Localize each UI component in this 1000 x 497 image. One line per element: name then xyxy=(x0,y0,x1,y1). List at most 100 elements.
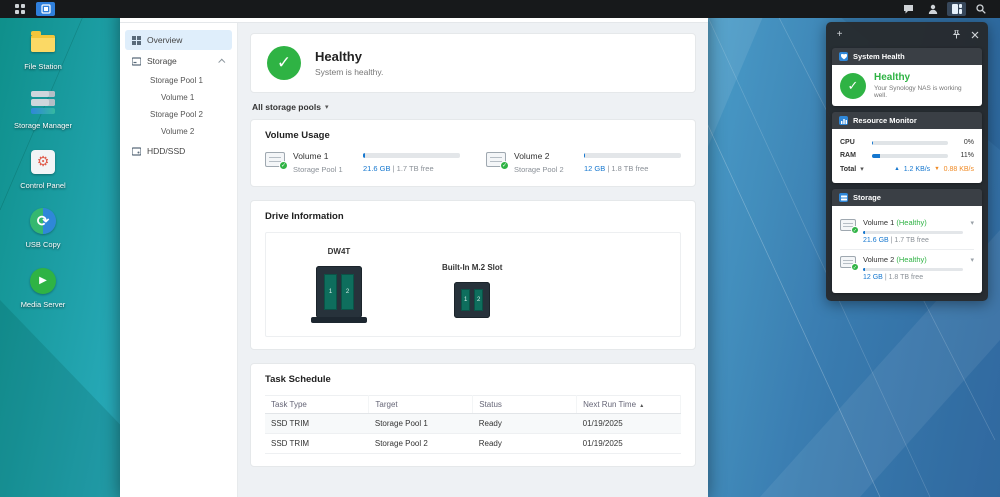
add-widget-button[interactable]: + xyxy=(832,28,847,42)
widget-header[interactable]: Storage xyxy=(832,189,982,206)
widget-body: ✓ Volume 1 (Healthy) 21.6 GB | 1.7 TB fr… xyxy=(832,206,982,293)
healthy-badge-icon: ✓ xyxy=(279,161,288,170)
collapse-chevron-icon[interactable] xyxy=(218,58,226,66)
shortcut-storage-manager[interactable]: Storage Manager xyxy=(6,87,80,130)
sidebar-item-hdd-ssd[interactable]: HDD/SSD xyxy=(125,141,232,161)
widget-body: ✓ Healthy Your Synology NAS is working w… xyxy=(832,65,982,106)
section-title: Drive Information xyxy=(265,211,344,222)
shortcut-control-panel[interactable]: ⚙ Control Panel xyxy=(6,147,80,190)
download-speed: 0.88 KB/s xyxy=(943,165,974,173)
sidebar-item-label: Storage xyxy=(147,56,177,66)
shortcut-media-server[interactable]: ▶ Media Server xyxy=(6,266,80,309)
expand-chevron-icon[interactable]: ▾ xyxy=(970,256,974,264)
sidebar-item-storage-pool-2[interactable]: Storage Pool 2 xyxy=(120,106,237,123)
volume-usage-text: 12 GB | 1.8 TB free xyxy=(863,274,924,281)
notifications-button[interactable] xyxy=(899,2,918,16)
system-taskbar xyxy=(0,0,1000,18)
widget-header[interactable]: Resource Monitor xyxy=(832,112,982,129)
search-button[interactable] xyxy=(971,2,990,16)
apps-grid-icon xyxy=(14,4,25,14)
drive-slot-1[interactable]: 1 xyxy=(324,274,337,310)
shortcut-label: Storage Manager xyxy=(14,121,72,131)
device-dw4t[interactable]: DW4T 1 2 xyxy=(311,247,367,323)
volume-usage-tile[interactable]: ✓ Volume 1 Storage Pool 1 21.6 GB | 1.7 … xyxy=(265,151,460,174)
open-app-button[interactable] xyxy=(36,2,55,16)
window-sidebar: Overview Storage Storage Pool 1 Volume 1… xyxy=(120,23,238,497)
ram-usage-bar xyxy=(872,153,948,158)
shortcut-file-station[interactable]: File Station xyxy=(6,28,80,71)
widgets-toggle-button[interactable] xyxy=(947,2,966,16)
close-icon xyxy=(971,31,978,38)
cell-task-type: SSD TRIM xyxy=(265,433,369,454)
device-name: Built-In M.2 Slot xyxy=(442,263,503,272)
healthy-check-icon: ✓ xyxy=(840,72,866,99)
main-menu-button[interactable] xyxy=(10,2,29,16)
expand-chevron-icon[interactable]: ▾ xyxy=(970,219,974,227)
hdd-icon xyxy=(132,146,141,156)
task-schedule-table: Task Type Target Status Next Run Time ▴ xyxy=(265,395,681,454)
device-m2-slot[interactable]: Built-In M.2 Slot 1 2 xyxy=(442,263,502,318)
shortcut-usb-copy[interactable]: ⟳ USB Copy xyxy=(6,206,80,249)
storage-icon xyxy=(132,56,141,66)
ram-label: RAM xyxy=(840,152,856,159)
cell-next-run-time: 01/19/2025 xyxy=(576,433,681,454)
healthy-check-icon: ✓ xyxy=(267,46,301,80)
cpu-value: 0% xyxy=(963,139,974,146)
cpu-usage-bar xyxy=(872,140,948,145)
volume-usage-tile[interactable]: ✓ Volume 2 Storage Pool 2 12 GB | 1.8 TB… xyxy=(486,151,681,174)
volume-usage-bar xyxy=(363,153,460,158)
sidebar-item-storage[interactable]: Storage xyxy=(125,51,232,71)
col-next-run-time[interactable]: Next Run Time ▴ xyxy=(576,395,681,414)
m2-bay-graphic: 1 2 xyxy=(454,282,491,318)
pin-panel-button[interactable] xyxy=(949,28,964,42)
chevron-down-icon: ▾ xyxy=(324,104,329,111)
storage-widget: Storage ✓ Volume 1 (Healthy) 21.6 GB | 1… xyxy=(832,189,982,293)
total-label[interactable]: Total xyxy=(840,166,856,173)
health-message: Your Synology NAS is working well. xyxy=(874,85,962,99)
task-row[interactable]: SSD TRIM Storage Pool 2 Ready 01/19/2025 xyxy=(265,433,681,454)
m2-slot-2[interactable]: 2 xyxy=(474,289,484,311)
widget-header[interactable]: System Health xyxy=(832,48,982,65)
widget-volume-row: ✓ Volume 2 (Healthy) 12 GB | 1.8 TB free xyxy=(840,249,974,286)
volume-usage-text: 21.6 GB | 1.7 TB free xyxy=(863,237,929,244)
overview-content: ✓ Healthy System is healthy. All storage… xyxy=(238,23,708,497)
volume-name: Volume 1 xyxy=(293,151,329,161)
storage-pool-filter-dropdown[interactable]: All storage pools ▾ xyxy=(252,102,694,112)
col-task-type[interactable]: Task Type xyxy=(265,395,370,414)
sidebar-item-overview[interactable]: Overview xyxy=(125,30,232,50)
resource-monitor-icon xyxy=(839,116,848,125)
col-status[interactable]: Status xyxy=(472,395,578,414)
close-panel-button[interactable] xyxy=(967,28,982,42)
storage-manager-window: Storage Manager ? – □ ✕ Overview Storage xyxy=(120,2,708,497)
volume-icon: ✓ xyxy=(840,219,859,234)
pin-icon xyxy=(952,30,961,39)
sidebar-item-storage-pool-1[interactable]: Storage Pool 1 xyxy=(120,72,237,89)
gear-icon: ⚙ xyxy=(36,153,50,170)
col-target[interactable]: Target xyxy=(368,395,474,414)
widget-panel-header: + xyxy=(832,27,982,42)
taskbar-tray xyxy=(899,2,990,16)
task-row[interactable]: SSD TRIM Storage Pool 1 Ready 01/19/2025 xyxy=(265,413,681,434)
volume-name-line: Volume 1 (Healthy) xyxy=(863,218,927,227)
drive-bay-graphic: 1 2 xyxy=(311,266,367,323)
user-icon xyxy=(928,4,937,14)
chevron-down-icon[interactable]: ▾ xyxy=(860,165,864,173)
cell-task-type: SSD TRIM xyxy=(265,413,369,434)
system-health-widget: System Health ✓ Healthy Your Synology NA… xyxy=(832,48,982,106)
chat-bubble-icon xyxy=(904,5,913,14)
volume-usage-text: 21.6 GB | 1.7 TB free xyxy=(363,164,434,173)
user-menu-button[interactable] xyxy=(923,2,942,16)
storage-widget-icon xyxy=(839,193,848,202)
sidebar-item-volume-1[interactable]: Volume 1 xyxy=(120,89,237,106)
widgets-panel-icon xyxy=(951,4,962,14)
m2-slot-1[interactable]: 1 xyxy=(461,289,471,311)
widget-volume-row: ✓ Volume 1 (Healthy) 21.6 GB | 1.7 TB fr… xyxy=(840,213,974,249)
desktop: File Station Storage Manager ⚙ Control P… xyxy=(0,0,1000,497)
drive-slot-2[interactable]: 2 xyxy=(341,274,354,310)
resource-monitor-widget: Resource Monitor CPU 0% RAM 11% Total ▾ xyxy=(832,112,982,183)
upload-arrow-icon: ▲ xyxy=(894,166,900,172)
volume-usage-bar xyxy=(863,268,964,271)
cell-next-run-time: 01/19/2025 xyxy=(576,413,681,434)
volume-usage-bar xyxy=(584,153,681,158)
sidebar-item-volume-2[interactable]: Volume 2 xyxy=(120,123,237,140)
